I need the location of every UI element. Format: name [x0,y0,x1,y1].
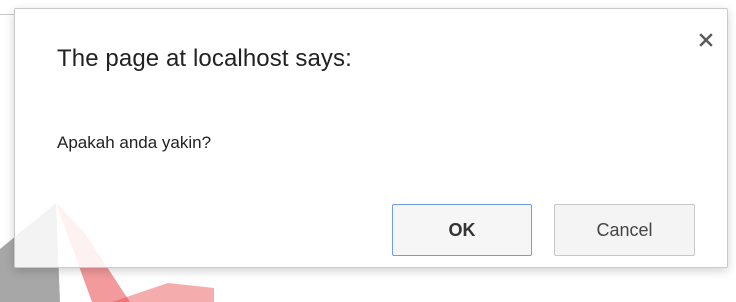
dialog-title: The page at localhost says: [57,45,352,72]
page-edge [0,0,14,15]
browser-viewport: The page at localhost says: Apakah anda … [0,0,736,302]
dialog-message: Apakah anda yakin? [57,133,212,152]
alert-dialog: The page at localhost says: Apakah anda … [14,8,728,268]
close-icon [699,33,713,47]
ok-button[interactable]: OK [392,204,532,256]
close-button[interactable] [693,27,719,53]
cancel-button[interactable]: Cancel [554,204,695,256]
